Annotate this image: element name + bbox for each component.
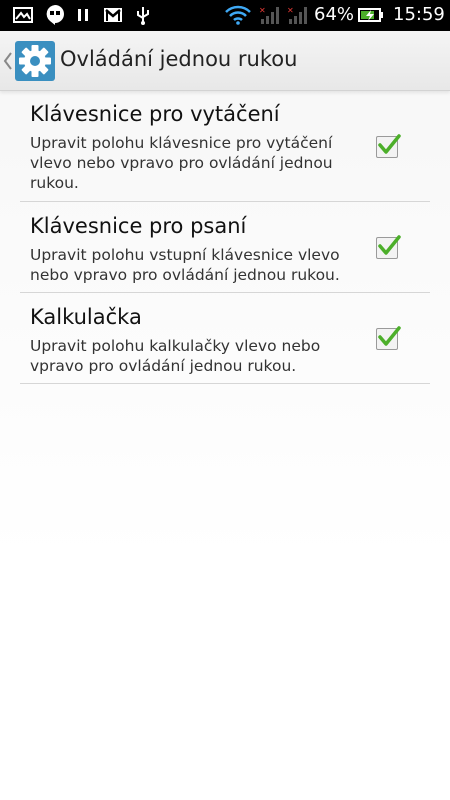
setting-item-dialer-keypad[interactable]: Klávesnice pro vytáčení Upravit polohu k… (20, 92, 430, 202)
battery-icon (358, 4, 384, 26)
status-bar: ✕ ✕ 64% 15:59 (0, 0, 450, 31)
setting-summary: Upravit polohu klávesnice pro vytáčení v… (30, 134, 333, 192)
setting-summary: Upravit polohu kalkulačky vlevo nebo vpr… (30, 337, 321, 375)
gmail-icon (102, 4, 124, 26)
svg-text:✕: ✕ (259, 6, 266, 15)
setting-checkbox[interactable] (376, 326, 401, 350)
setting-checkbox[interactable] (376, 134, 401, 158)
setting-item-typing-keyboard[interactable]: Klávesnice pro psaní Upravit polohu vstu… (20, 202, 430, 293)
svg-text:✕: ✕ (287, 6, 294, 15)
hangouts-icon (44, 4, 66, 26)
back-chevron-icon[interactable] (2, 50, 14, 72)
battery-percent: 64% (314, 4, 355, 25)
settings-list: Klávesnice pro vytáčení Upravit polohu k… (20, 92, 430, 384)
setting-title: Kalkulačka (30, 305, 142, 329)
setting-title: Klávesnice pro vytáčení (30, 102, 280, 126)
action-bar: Ovládání jednou rukou (0, 31, 450, 91)
signal-sim1-icon: ✕ (258, 4, 282, 26)
setting-item-calculator[interactable]: Kalkulačka Upravit polohu kalkulačky vle… (20, 293, 430, 384)
setting-summary: Upravit polohu vstupní klávesnice vlevo … (30, 246, 340, 284)
page-title: Ovládání jednou rukou (60, 47, 298, 71)
gallery-icon (12, 4, 34, 26)
settings-gear-icon[interactable] (14, 40, 56, 82)
wifi-icon (224, 4, 252, 26)
pause-icon (74, 4, 92, 26)
setting-checkbox[interactable] (376, 235, 401, 259)
usb-icon (134, 4, 152, 26)
signal-sim2-icon: ✕ (286, 4, 310, 26)
setting-title: Klávesnice pro psaní (30, 214, 247, 238)
clock: 15:59 (393, 4, 445, 25)
